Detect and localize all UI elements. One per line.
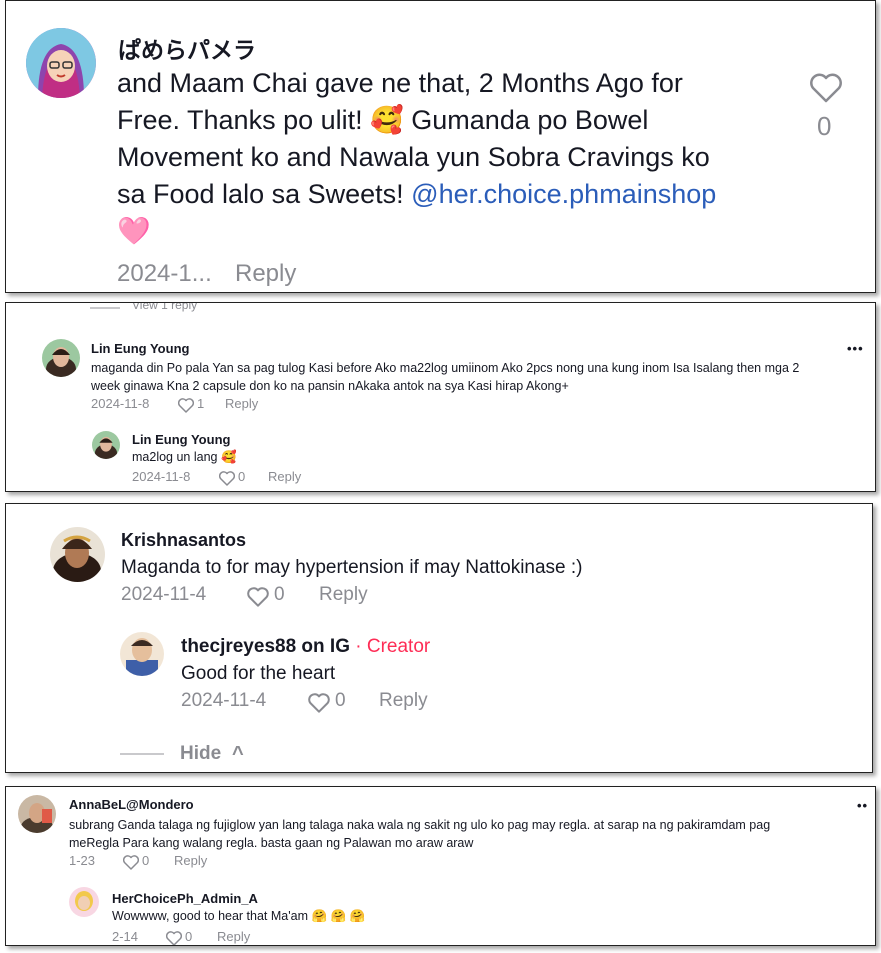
comment-date: 2024-11-4 (121, 584, 207, 605)
reply-button[interactable]: Reply (319, 584, 368, 606)
comment-panel-2: View 1 reply Lin Eung Young ••• maganda … (5, 302, 876, 492)
comment-line: Movement ko and Nawala yun Sobra Craving… (117, 142, 710, 172)
comment-line: and Maam Chai gave ne that, 2 Months Ago… (117, 68, 683, 98)
avatar[interactable] (50, 527, 105, 582)
comment-line: Gumanda po Bowel (411, 105, 649, 135)
comment-date: 2024-1... (117, 260, 212, 287)
like-count: 0 (238, 469, 246, 484)
reply-date: 2024-11-8 (132, 469, 191, 484)
reply-button[interactable]: Reply (217, 929, 250, 944)
comment-line: Free. Thanks po ulit! 🥰 Gumanda po Bowel (117, 102, 716, 139)
comment-date: 1-23 (69, 853, 96, 868)
reply-button[interactable]: Reply (379, 690, 428, 712)
like-count: 0 (274, 584, 285, 605)
avatar[interactable] (92, 431, 120, 459)
reply-date: 2-14 (112, 929, 139, 944)
pink-heart-emoji: 🩷 (117, 216, 151, 246)
avatar[interactable] (69, 887, 99, 917)
chevron-up-icon[interactable]: ^ (232, 743, 244, 766)
comment-author[interactable]: Krishnasantos (121, 530, 246, 551)
like-count: 0 (142, 853, 150, 868)
heart-icon[interactable] (247, 587, 269, 607)
reply-author-name[interactable]: thecjreyes88 on IG (181, 636, 350, 657)
comment-line: sa Food lalo sa Sweets! @her.choice.phma… (117, 176, 716, 213)
comment-line: meRegla Para kang walang regla. basta ga… (69, 836, 474, 850)
comment-panel-3: Krishnasantos Maganda to for may hyperte… (5, 503, 873, 773)
reply-author: thecjreyes88 on IG · Creator (181, 636, 430, 658)
avatar[interactable] (42, 339, 80, 377)
reply-text-content: Wowwww, good to hear that Ma'am (112, 909, 308, 923)
view-replies-button[interactable]: View 1 reply (132, 303, 197, 312)
heart-icon[interactable] (123, 855, 139, 870)
comment-panel-4: AnnaBeL@Mondero •• subrang Ganda talaga … (5, 786, 876, 946)
more-options-icon[interactable]: ••• (847, 341, 864, 356)
comment-line: subrang Ganda talaga ng fujiglow yan lan… (69, 818, 771, 832)
comment-author[interactable]: ぱめらパメラ (118, 31, 256, 65)
heart-icon[interactable] (308, 693, 330, 713)
reply-button[interactable]: Reply (268, 469, 301, 484)
heart-icon[interactable] (178, 398, 194, 413)
comment-text: maganda din Po pala Yan sa pag tulog Kas… (91, 359, 799, 395)
comment-author[interactable]: AnnaBeL@Mondero (69, 797, 194, 812)
smile-hearts-emoji: 🥰 (370, 105, 404, 135)
like-count: 0 (817, 111, 832, 141)
heart-icon[interactable] (166, 931, 182, 945)
comment-text: Maganda to for may hypertension if may N… (121, 557, 583, 578)
reply-date: 2024-11-4 (181, 690, 267, 711)
more-options-icon[interactable]: •• (857, 798, 868, 813)
reply-button[interactable]: Reply (235, 260, 296, 288)
comment-text: subrang Ganda talaga ng fujiglow yan lan… (69, 816, 770, 852)
reply-author[interactable]: Lin Eung Young (132, 432, 230, 447)
reply-text: ma2log un lang 🥰 (132, 450, 237, 465)
reply-button[interactable]: Reply (225, 396, 258, 411)
heart-icon[interactable] (219, 471, 235, 486)
heart-icon[interactable] (810, 73, 842, 103)
comment-line: Free. Thanks po ulit! (117, 105, 363, 135)
avatar[interactable] (120, 632, 164, 676)
hugging-emoji: 🤗 🤗 🤗 (311, 909, 366, 923)
like-count: 0 (185, 929, 193, 944)
comment-line: sa Food lalo sa Sweets! (117, 179, 404, 209)
reply-text: Good for the heart (181, 663, 336, 684)
avatar[interactable] (18, 795, 56, 833)
smile-hearts-emoji: 🥰 (220, 450, 237, 464)
like-count: 1 (197, 396, 205, 411)
reply-text: Wowwww, good to hear that Ma'am 🤗 🤗 🤗 (112, 909, 365, 924)
hide-replies-button[interactable]: Hide (180, 743, 221, 765)
comment-line: maganda din Po pala Yan sa pag tulog Kas… (91, 361, 800, 375)
divider (90, 307, 120, 309)
avatar[interactable] (26, 28, 96, 98)
comment-date: 2024-11-8 (91, 396, 150, 411)
divider (120, 753, 164, 755)
like-count: 0 (335, 690, 346, 711)
comment-line: week ginawa Kna 2 capsule don ko na pans… (91, 379, 569, 393)
reply-button[interactable]: Reply (174, 853, 207, 868)
reply-text-content: ma2log un lang (132, 450, 218, 464)
reply-author[interactable]: HerChoicePh_Admin_A (112, 891, 258, 906)
mention-link[interactable]: @her.choice.phmainshop (411, 179, 716, 209)
comment-text: and Maam Chai gave ne that, 2 Months Ago… (117, 65, 716, 250)
creator-badge: · Creator (355, 636, 431, 657)
comment-author[interactable]: Lin Eung Young (91, 341, 189, 356)
comment-panel-1: ぱめらパメラ and Maam Chai gave ne that, 2 Mon… (5, 0, 876, 293)
